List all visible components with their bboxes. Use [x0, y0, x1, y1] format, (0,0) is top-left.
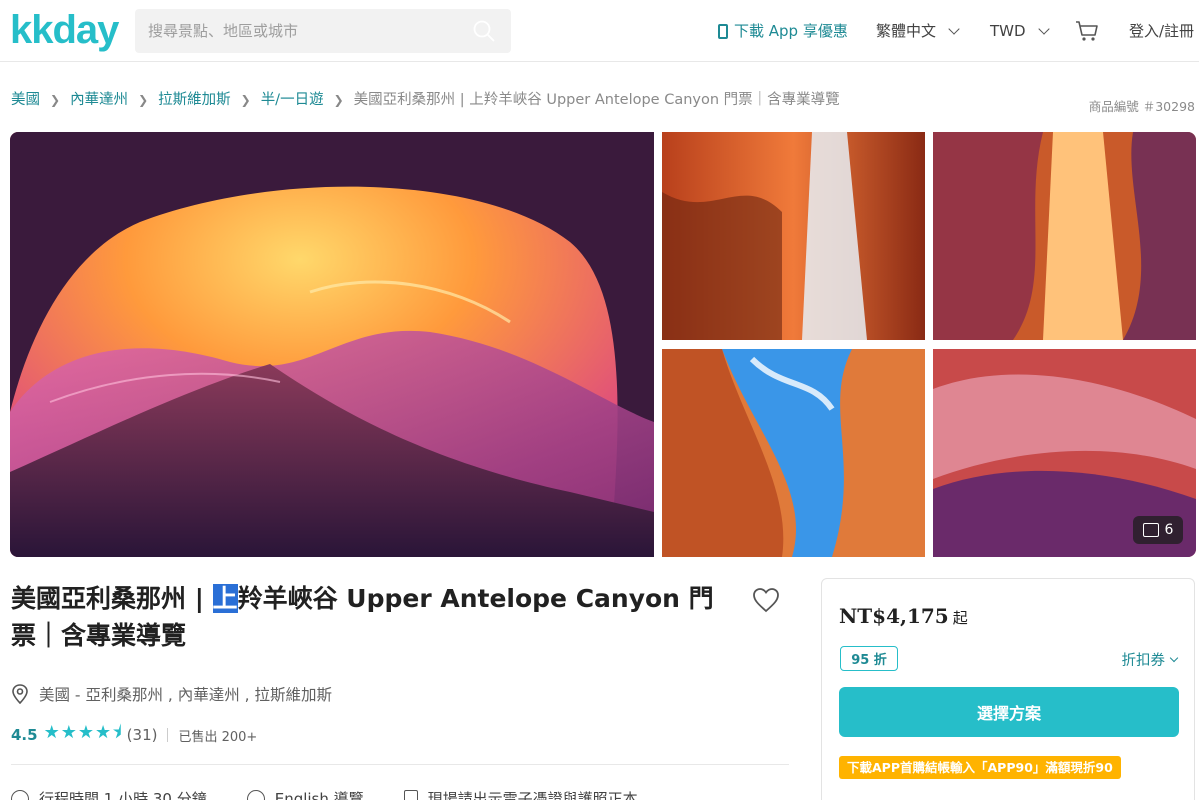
product-code: 商品編號 ＃30298: [1088, 99, 1195, 114]
chevron-right-icon: ❯: [333, 93, 344, 107]
chevron-down-icon: [948, 23, 960, 35]
cart-icon[interactable]: [1075, 20, 1099, 42]
breadcrumb-current: 美國亞利桑那州 | 上羚羊峽谷 Upper Antelope Canyon 門票…: [353, 92, 840, 108]
coupon-dropdown[interactable]: 折扣券: [1121, 649, 1179, 670]
product-title: 美國亞利桑那州 | 上羚羊峽谷 Upper Antelope Canyon 門票…: [11, 580, 731, 654]
duration-text: 行程時間 1 小時 30 分鐘: [39, 790, 207, 800]
voucher-text: 現場請出示電子憑證與護照正本: [427, 790, 638, 800]
chevron-right-icon: ❯: [138, 93, 149, 107]
gallery-main-photo[interactable]: [10, 132, 654, 557]
gallery-thumbnail-3[interactable]: [662, 349, 925, 557]
login-register-link[interactable]: 登入/註冊: [1129, 20, 1194, 42]
view-all-photos-button[interactable]: 6: [1133, 516, 1183, 544]
price-value: NT$4,175: [839, 604, 949, 628]
booking-panel: NT$4,175 起 95 折 折扣券 選擇方案 下載APP首購結帳輸入「APP9…: [821, 578, 1195, 800]
search-icon[interactable]: [473, 20, 495, 42]
search-input[interactable]: [135, 9, 465, 53]
review-count[interactable]: (31): [127, 726, 158, 744]
select-package-button[interactable]: 選擇方案: [839, 687, 1179, 737]
voucher-icon: [403, 789, 418, 800]
canyon-corridor-photo: [933, 132, 1196, 340]
info-duration: 行程時間 1 小時 30 分鐘: [11, 788, 207, 800]
coupon-label: 折扣券: [1121, 653, 1166, 669]
chevron-right-icon: ❯: [240, 93, 251, 107]
search-bar[interactable]: [135, 9, 511, 53]
location-pin-icon: [12, 684, 28, 704]
language-label: 繁體中文: [876, 22, 937, 40]
chevron-down-icon: [1037, 23, 1050, 35]
download-app-label: 下載 App 享優惠: [734, 22, 848, 40]
rating-row: 4.5 ★★★★⯨ (31) 已售出 200+: [11, 720, 257, 750]
kkday-logo[interactable]: kkday: [10, 8, 119, 52]
clock-icon: [11, 789, 29, 800]
canyon-sky-photo: [662, 349, 925, 557]
info-language: English 導覽: [246, 788, 364, 800]
app-promo-banner: 下載APP首購結帳輸入「APP90」滿額現折90: [839, 756, 1121, 779]
gallery-thumbnail-2[interactable]: [933, 132, 1196, 340]
breadcrumb-item-day-tours[interactable]: 半/一日遊: [261, 89, 324, 111]
divider: [167, 728, 169, 742]
price-suffix: 起: [952, 609, 968, 627]
language-text: English 導覽: [274, 790, 364, 800]
star-rating-icon: ★★★★⯨: [43, 722, 123, 743]
rating-score: 4.5: [11, 726, 38, 744]
location-text: 美國 - 亞利桑那州 , 內華達州 , 拉斯維加斯: [39, 686, 333, 704]
canyon-light-beam-photo: [662, 132, 925, 340]
info-voucher: 現場請出示電子憑證與護照正本: [403, 788, 638, 800]
breadcrumb-item-las-vegas[interactable]: 拉斯維加斯: [158, 89, 231, 111]
currency-label: TWD: [990, 22, 1026, 40]
currency-selector[interactable]: TWD: [990, 20, 1050, 42]
product-info-row: 行程時間 1 小時 30 分鐘 English 導覽 現場請出示電子憑證與護照正…: [11, 788, 638, 800]
download-app-link[interactable]: 下載 App 享優惠: [718, 20, 848, 42]
image-icon: [1142, 523, 1159, 537]
chevron-down-icon: [1169, 653, 1179, 662]
title-part-1: 美國亞利桑那州 |: [11, 584, 213, 613]
heart-icon[interactable]: [752, 587, 780, 613]
breadcrumb: 美國 ❯ 內華達州 ❯ 拉斯維加斯 ❯ 半/一日遊 ❯ 美國亞利桑那州 | 上羚…: [11, 89, 840, 111]
site-header: kkday 下載 App 享優惠 繁體中文 TWD 登入/註冊: [0, 0, 1199, 62]
phone-icon: [718, 23, 728, 39]
photo-count-label: 6: [1164, 522, 1174, 538]
language-selector[interactable]: 繁體中文: [876, 20, 960, 42]
title-selected-text: 上: [212, 584, 238, 613]
price: NT$4,175 起: [839, 604, 968, 628]
chevron-right-icon: ❯: [50, 93, 61, 107]
breadcrumb-item-nevada[interactable]: 內華達州: [70, 89, 128, 111]
sold-count: 已售出 200+: [178, 729, 258, 745]
gallery-thumbnail-1[interactable]: [662, 132, 925, 340]
canyon-photo: [10, 132, 654, 557]
discount-badge: 95 折: [840, 646, 898, 671]
section-divider: [11, 764, 789, 765]
product-location: 美國 - 亞利桑那州 , 內華達州 , 拉斯維加斯: [11, 683, 332, 705]
globe-icon: [246, 789, 265, 800]
breadcrumb-item-usa[interactable]: 美國: [11, 89, 40, 111]
